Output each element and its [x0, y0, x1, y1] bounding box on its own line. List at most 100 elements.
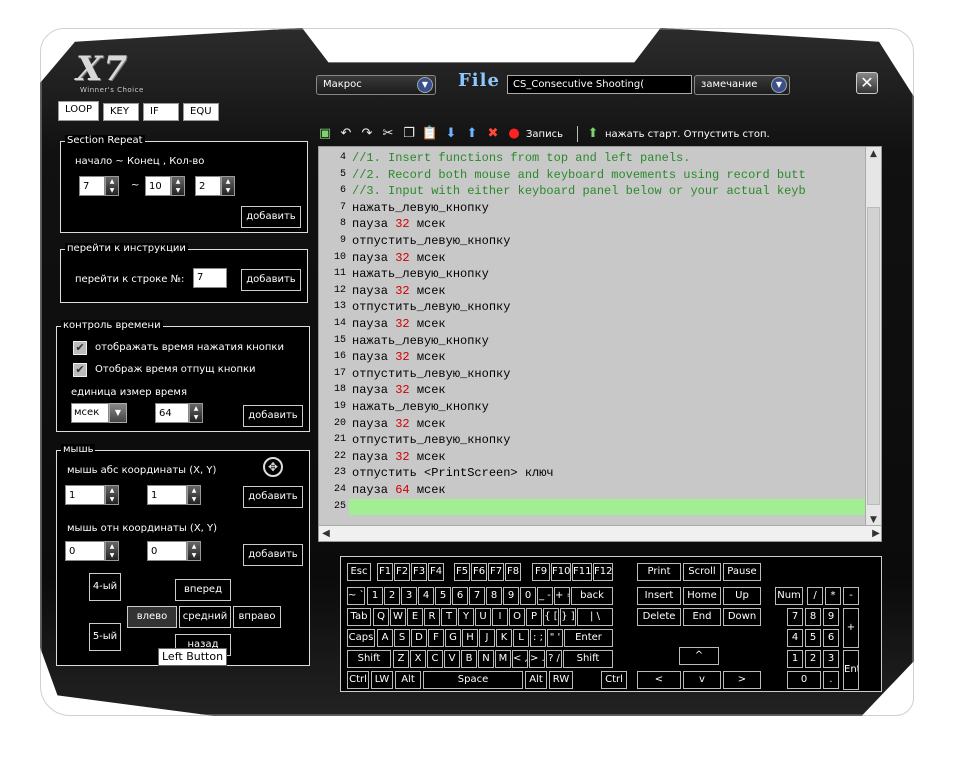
key[interactable]: 4 [418, 587, 434, 605]
tab-equ[interactable]: EQU [183, 103, 219, 121]
key[interactable]: } ] [560, 608, 576, 626]
code-line[interactable]: 14 пауза 32 мсек [319, 316, 867, 333]
record-icon[interactable]: ● [505, 125, 523, 143]
spin-arrows-icon[interactable]: ▲ ▼ [221, 176, 235, 196]
key[interactable]: F4 [428, 563, 444, 581]
key[interactable]: 5 [435, 587, 451, 605]
line-code[interactable]: пауза 32 мсек [349, 283, 446, 300]
code-line[interactable]: 24 пауза 64 мсек [319, 482, 867, 499]
code-line[interactable]: 7 нажать_левую_кнопку [319, 199, 867, 217]
key[interactable]: Ctrl [601, 671, 627, 689]
key[interactable]: LW [371, 671, 393, 689]
key[interactable]: F3 [411, 563, 427, 581]
scroll-left-icon[interactable]: ◀ [319, 526, 333, 541]
key[interactable]: N [478, 650, 494, 668]
key[interactable]: 6 [823, 629, 839, 647]
line-code[interactable]: пауза 32 мсек [349, 349, 446, 366]
unit-select[interactable]: мсек ▼ [71, 403, 127, 423]
rel-y-stepper[interactable]: 0 ▲ ▼ [147, 541, 201, 561]
spin-arrows-icon[interactable]: ▲ ▼ [187, 485, 201, 505]
key[interactable]: Delete [637, 608, 681, 626]
repeat-start-value[interactable]: 7 [79, 176, 105, 196]
code-line[interactable]: 18 пауза 32 мсек [319, 382, 867, 399]
key[interactable]: C [427, 650, 443, 668]
key[interactable]: P [526, 608, 542, 626]
tab-key[interactable]: KEY [103, 103, 139, 121]
key[interactable]: L [513, 629, 529, 647]
key[interactable]: 3 [401, 587, 417, 605]
key[interactable]: < [637, 671, 681, 689]
code-line[interactable]: 25 [319, 498, 867, 516]
line-code[interactable]: //2. Record both mouse and keyboard move… [349, 167, 806, 184]
key[interactable]: E [407, 608, 423, 626]
file-name-input[interactable]: CS_Consecutive Shooting( [507, 75, 692, 94]
key[interactable]: 9 [823, 608, 839, 626]
key[interactable]: back [571, 587, 613, 605]
key[interactable]: < , [512, 650, 528, 668]
key[interactable]: Space [423, 671, 523, 689]
spin-arrows-icon[interactable]: ▲ ▼ [105, 541, 119, 561]
code-line[interactable]: 11 нажать_левую_кнопку [319, 266, 867, 283]
repeat-start-stepper[interactable]: 7 ▲ ▼ [79, 176, 119, 196]
add-abs-button[interactable]: добавить [243, 486, 303, 508]
key[interactable]: Scroll [683, 563, 721, 581]
line-code[interactable]: отпустить_левую_кнопку [349, 299, 510, 316]
key[interactable]: S [394, 629, 410, 647]
key[interactable]: Y [458, 608, 474, 626]
key[interactable]: Home [683, 587, 721, 605]
key[interactable]: + [843, 608, 859, 648]
key[interactable]: 3 [823, 650, 839, 668]
time-stepper[interactable]: 64 ▲ ▼ [155, 403, 203, 423]
line-code[interactable]: //3. Input with either keyboard panel be… [349, 183, 806, 200]
code-line[interactable]: 22 пауза 32 мсек [319, 448, 867, 466]
code-line[interactable]: 12 пауза 32 мсек [319, 282, 867, 300]
code-line[interactable]: 10 пауза 32 мсек [319, 249, 867, 267]
repeat-count-value[interactable]: 2 [195, 176, 221, 196]
copy-icon[interactable]: ❐ [400, 125, 418, 143]
key[interactable]: > . [529, 650, 545, 668]
mouse-button-5[interactable]: 5-ый [89, 623, 121, 651]
undo-icon[interactable]: ↶ [337, 125, 355, 143]
scroll-up-icon[interactable]: ▲ [866, 147, 881, 161]
code-line[interactable]: 16 пауза 32 мсек [319, 349, 867, 366]
key[interactable]: F6 [471, 563, 487, 581]
key[interactable]: I [492, 608, 508, 626]
code-line[interactable]: 4//1. Insert functions from top and left… [319, 150, 867, 167]
key[interactable]: F12 [593, 563, 613, 581]
spin-arrows-icon[interactable]: ▲ ▼ [105, 485, 119, 505]
key[interactable]: / [807, 587, 823, 605]
goto-line-input[interactable]: 7 [193, 268, 227, 288]
line-code[interactable]: нажать_левую_кнопку [349, 266, 489, 283]
tab-loop[interactable]: LOOP [58, 101, 99, 121]
add-time-button[interactable]: добавить [243, 405, 303, 427]
code-line[interactable]: 17 отпустить_левую_кнопку [319, 365, 867, 383]
line-code[interactable]: нажать_левую_кнопку [349, 399, 489, 416]
rel-x-stepper[interactable]: 0 ▲ ▼ [65, 541, 119, 561]
key[interactable]: Tab [347, 608, 371, 626]
code-line[interactable]: 21 отпустить_левую_кнопку [319, 432, 867, 449]
checkbox-release-time[interactable]: ✔ [73, 363, 87, 377]
line-code[interactable]: пауза 64 мсек [349, 482, 446, 499]
key[interactable]: M [495, 650, 511, 668]
close-button[interactable]: ✕ [856, 72, 878, 94]
mouse-button-4[interactable]: 4-ый [89, 573, 121, 601]
code-line[interactable]: 9 отпустить_левую_кнопку [319, 233, 867, 250]
key[interactable]: Ctrl [347, 671, 369, 689]
key[interactable]: 2 [805, 650, 821, 668]
add-rel-button[interactable]: добавить [243, 544, 303, 566]
key[interactable]: ? / [546, 650, 562, 668]
key[interactable]: Caps [347, 629, 375, 647]
record-label[interactable]: Запись [526, 129, 563, 140]
mode-select[interactable]: Макрос ▼ [316, 75, 436, 95]
macro-editor[interactable]: 4//1. Insert functions from top and left… [318, 146, 882, 542]
scrollbar-thumb[interactable] [867, 207, 880, 505]
key[interactable]: R [424, 608, 440, 626]
key[interactable]: G [445, 629, 461, 647]
key[interactable]: v [683, 671, 721, 689]
key[interactable]: Q [373, 608, 389, 626]
spin-arrows-icon[interactable]: ▲ ▼ [105, 176, 119, 196]
repeat-end-stepper[interactable]: 10 ▲ ▼ [145, 176, 185, 196]
key[interactable]: ~ ` [347, 587, 365, 605]
note-select[interactable]: замечание ▼ [694, 75, 790, 95]
rel-y-value[interactable]: 0 [147, 541, 187, 561]
